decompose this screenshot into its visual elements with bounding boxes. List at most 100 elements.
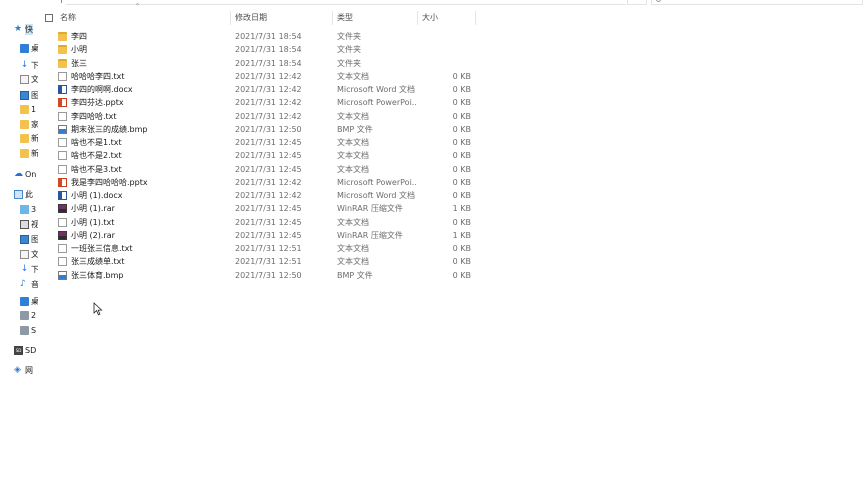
nav-item-label: 音 (31, 279, 38, 289)
file-row[interactable]: 李四的啊啊.docx 2021/7/31 12:42 Microsoft Word … (40, 83, 476, 96)
3d-objects-icon (20, 204, 29, 214)
file-type: 文件夹 (337, 45, 361, 55)
file-name[interactable]: 一班张三信息.txt (71, 242, 133, 255)
file-row[interactable]: 张三体育.bmp 2021/7/31 12:50 BMP 文件 0 KB (40, 269, 476, 282)
nav-item[interactable]: ♪ 音 (20, 278, 38, 290)
select-all-checkbox[interactable] (45, 14, 53, 22)
file-name[interactable]: 小明 (1).txt (71, 216, 114, 229)
nav-item[interactable]: 家 (20, 118, 38, 130)
column-size-label: 大小 (422, 13, 438, 22)
column-size-header[interactable]: 大小 (418, 11, 476, 25)
file-name[interactable]: 哈哈哈李四.txt (71, 70, 125, 83)
nav-item-label: 网 (25, 365, 33, 375)
address-bar[interactable] (66, 0, 626, 5)
folder-icon (20, 104, 29, 114)
file-list: ^ 名称 修改日期 类型 大小 李四 2021/7/31 18:54 文件夹 小明 20… (40, 3, 864, 486)
file-type: 文本文档 (337, 164, 369, 174)
file-name[interactable]: 期末张三的成绩.bmp (71, 123, 148, 136)
sd-card-icon: SD (14, 345, 23, 355)
file-row[interactable]: 小明 2021/7/31 18:54 文件夹 (40, 43, 476, 56)
file-row[interactable]: 期末张三的成绩.bmp 2021/7/31 12:50 BMP 文件 0 KB (40, 123, 476, 136)
file-name[interactable]: 张三体育.bmp (71, 269, 124, 282)
file-size: 0 KB (452, 85, 471, 94)
nav-item-label: 图 (31, 234, 38, 244)
file-row[interactable]: 小明 (1).docx 2021/7/31 12:42 Microsoft Word… (40, 189, 476, 202)
file-name[interactable]: 李四 (71, 30, 87, 43)
search-box[interactable] (651, 0, 863, 5)
column-name-header[interactable]: 名称 (56, 11, 231, 25)
nav-item[interactable]: 2 (20, 309, 36, 321)
file-date: 2021/7/31 12:50 (235, 270, 302, 280)
file-name[interactable]: 张三成绩单.txt (71, 255, 125, 268)
nav-item[interactable]: 文 (20, 248, 38, 260)
file-name[interactable]: 李四哈哈.txt (71, 110, 117, 123)
column-date-header[interactable]: 修改日期 (231, 11, 333, 25)
up-arrow-icon[interactable]: ↑ (58, 0, 65, 5)
file-row[interactable]: 张三成绩单.txt 2021/7/31 12:51 文本文档 0 KB (40, 255, 476, 268)
file-date: 2021/7/31 12:42 (235, 71, 302, 81)
file-row[interactable]: 啥也不是3.txt 2021/7/31 12:45 文本文档 0 KB (40, 163, 476, 176)
file-row[interactable]: 李四哈哈.txt 2021/7/31 12:42 文本文档 0 KB (40, 110, 476, 123)
nav-item[interactable]: ★ 快 (14, 23, 33, 35)
nav-item[interactable]: 图 (20, 89, 38, 101)
nav-item[interactable]: 此 (14, 188, 33, 200)
file-row[interactable]: 李四 2021/7/31 18:54 文件夹 (40, 30, 476, 43)
nav-item[interactable]: 桌 (20, 42, 38, 54)
file-type: 文本文档 (337, 111, 369, 121)
file-row[interactable]: 啥也不是1.txt 2021/7/31 12:45 文本文档 0 KB (40, 136, 476, 149)
file-name[interactable]: 小明 (1).docx (71, 189, 123, 202)
nav-item-label: 图 (31, 90, 38, 100)
file-row[interactable]: 小明 (1).txt 2021/7/31 12:45 文本文档 0 KB (40, 216, 476, 229)
nav-item[interactable]: ☁ On (14, 168, 36, 180)
nav-item-label: 1 (31, 104, 37, 114)
nav-item[interactable]: S (20, 324, 36, 336)
nav-item[interactable]: 视 (20, 218, 38, 230)
file-name[interactable]: 啥也不是3.txt (71, 163, 122, 176)
nav-item-label: 新 (31, 148, 38, 158)
file-name[interactable]: 啥也不是2.txt (71, 149, 122, 162)
refresh-button[interactable] (627, 0, 647, 5)
document-icon (20, 249, 29, 259)
nav-item[interactable]: 新 (20, 132, 38, 144)
file-name[interactable]: 小明 (71, 43, 87, 56)
column-type-header[interactable]: 类型 (333, 11, 418, 25)
file-name[interactable]: 张三 (71, 57, 87, 70)
file-row[interactable]: 我是李四哈哈哈.pptx 2021/7/31 12:42 Microsoft Pow… (40, 176, 476, 189)
drive-icon (20, 325, 29, 335)
navigation-pane: ★ 快桌 ↓ 下文图 1 家新新 ☁ On 此 3 视图文 ↓ 下 ♪ 音桌 2 S SD SD ◈ 网 (0, 6, 38, 486)
file-row[interactable]: 小明 (1).rar 2021/7/31 12:45 WinRAR 压缩文件 1 KB (40, 202, 476, 215)
nav-item[interactable]: ◈ 网 (14, 364, 33, 376)
file-row[interactable]: 一班张三信息.txt 2021/7/31 12:51 文本文档 0 KB (40, 242, 476, 255)
nav-item[interactable]: 3 (20, 203, 36, 215)
nav-item[interactable]: 文 (20, 73, 38, 85)
nav-item[interactable]: 图 (20, 233, 38, 245)
nav-item[interactable]: 新 (20, 147, 38, 159)
folder-icon (20, 133, 29, 143)
file-row[interactable]: 啥也不是2.txt 2021/7/31 12:45 文本文档 0 KB (40, 149, 476, 162)
file-name[interactable]: 李四芬达.pptx (71, 96, 124, 109)
nav-item[interactable]: SD SD (14, 344, 36, 356)
this-pc-icon (14, 189, 23, 199)
file-size (430, 43, 471, 56)
file-date: 2021/7/31 18:54 (235, 32, 302, 41)
file-name[interactable]: 我是李四哈哈哈.pptx (71, 176, 148, 189)
file-name[interactable]: 李四的啊啊.docx (71, 83, 133, 96)
nav-item-label: 快 (25, 23, 33, 35)
nav-item-label: 3 (31, 204, 37, 214)
file-name[interactable]: 小明 (1).rar (71, 202, 115, 215)
nav-item-label: 桌 (31, 296, 38, 306)
nav-item[interactable]: ↓ 下 (20, 59, 38, 71)
file-name[interactable]: 啥也不是1.txt (71, 136, 122, 149)
nav-item[interactable]: ↓ 下 (20, 263, 38, 275)
file-row[interactable]: 小明 (2).rar 2021/7/31 12:45 WinRAR 压缩文件 1 KB (40, 229, 476, 242)
file-row[interactable]: 哈哈哈李四.txt 2021/7/31 12:42 文本文档 0 KB (40, 70, 476, 83)
file-type: Microsoft PowerPoi... (337, 98, 417, 108)
nav-item[interactable]: 桌 (20, 295, 38, 307)
file-row[interactable]: 李四芬达.pptx 2021/7/31 12:42 Microsoft PowerP… (40, 96, 476, 109)
file-row[interactable]: 张三 2021/7/31 18:54 文件夹 (40, 57, 476, 70)
file-size: 0 KB (452, 138, 471, 147)
file-name[interactable]: 小明 (2).rar (71, 229, 115, 242)
nav-item[interactable]: 1 (20, 103, 36, 115)
network-icon: ◈ (14, 364, 21, 375)
picture-icon (20, 90, 29, 100)
